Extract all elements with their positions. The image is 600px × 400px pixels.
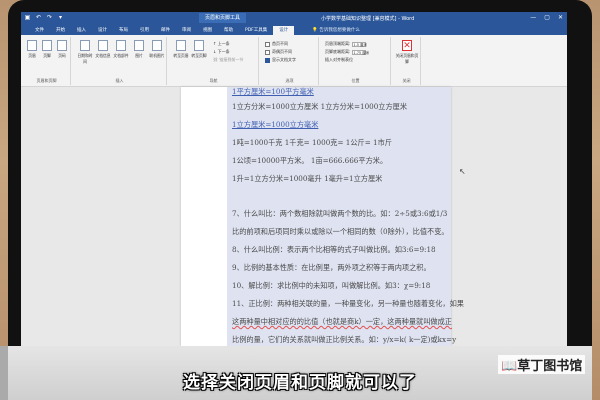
goto-header-icon	[176, 40, 186, 51]
online-picture-button[interactable]: 联机图片	[149, 40, 165, 59]
picture-button[interactable]: 图片	[131, 40, 147, 59]
doc-line: 1立方厘米=1000立方毫米	[232, 120, 319, 129]
page-number-button[interactable]: 页码	[56, 40, 68, 59]
group-navigation: 转至页眉 转至页脚 ↑ 上一条 ↓ 下一条 ⛓ 链接到前一节 导航	[169, 37, 259, 85]
redo-icon[interactable]: ↷	[46, 14, 53, 21]
mouse-cursor-icon: ↖	[459, 167, 466, 176]
video-subtitle: 选择关闭页眉和页脚就可以了	[183, 373, 417, 393]
tab-view[interactable]: 视图	[197, 26, 218, 35]
group-label: 选项	[285, 78, 294, 83]
different-odd-even-checkbox[interactable]: 奇偶页不同	[265, 48, 292, 55]
doc-line: 7、什么叫比：两个数相除就叫做两个数的比。如：2÷5或3:6或1/3	[232, 209, 448, 218]
quick-access-toolbar: ▣ ↶ ↷ ▾	[24, 14, 64, 21]
group-close: ✕ 关闭页眉和页脚 关闭	[393, 37, 421, 85]
header-button[interactable]: 页眉	[26, 40, 38, 59]
tab-help[interactable]: 帮助	[218, 26, 239, 35]
tab-mailings[interactable]: 邮件	[155, 26, 176, 35]
different-first-page-checkbox[interactable]: 首页不同	[265, 40, 288, 47]
window-controls: — ▢ ✕	[530, 14, 563, 21]
tab-insert[interactable]: 插入	[71, 26, 92, 35]
group-options: 首页不同 奇偶页不同 显示文档文字 选项	[261, 37, 319, 85]
doc-line: 1公顷=10000平方米。 1亩=666.666平方米。	[232, 156, 388, 165]
group-label: 插入	[115, 78, 124, 83]
tab-file[interactable]: 文件	[29, 26, 50, 35]
minimize-icon[interactable]: —	[530, 14, 536, 21]
arrow-down-icon: ↓	[213, 49, 217, 54]
doc-line: 比例的量，它们的关系就叫做正比例关系。如：y/x=k( k一定)或kx=y	[232, 335, 457, 344]
next-button[interactable]: ↓ 下一条	[213, 48, 230, 55]
doc-line: 10、解比例：求比例中的未知项，叫做解比例。如3：χ=9:18	[232, 281, 431, 290]
previous-button[interactable]: ↑ 上一条	[213, 40, 230, 47]
tell-me-search[interactable]: 💡 告诉我您想要做什么	[312, 26, 360, 35]
doc-line: 11、正比例：两种相关联的量，一种量变化，另一种量也随着变化，如果	[232, 299, 464, 308]
goto-footer-icon	[194, 40, 204, 51]
tab-header-footer-design[interactable]: 设计	[273, 26, 295, 35]
group-position: 页眉顶端距离: 1.5 厘米 页脚底端距离: 1.75 厘米 插入对齐制表位 位置	[321, 37, 391, 85]
group-label: 位置	[351, 78, 360, 83]
header-top-distance: 页眉顶端距离: 1.5 厘米	[325, 41, 368, 47]
close-header-footer-button[interactable]: ✕ 关闭页眉和页脚	[395, 40, 419, 65]
close-x-icon: ✕	[402, 40, 412, 51]
footer-button[interactable]: 页脚	[41, 40, 53, 59]
title-bar: ▣ ↶ ↷ ▾ 页眉和页脚工具 小学数学基础知识整理 [兼容模式] - Word…	[21, 12, 567, 24]
link-icon: ⛓	[213, 57, 219, 62]
save-icon[interactable]: ▣	[24, 14, 31, 21]
doc-line: 比的前项和后项同时乘以或除以一个相同的数（0除外），比值不变。	[232, 227, 449, 236]
group-label: 页眉和页脚	[36, 78, 57, 83]
document-title: 小学数学基础知识整理 [兼容模式] - Word	[321, 16, 415, 22]
checkbox-checked-icon	[265, 57, 270, 63]
picture-icon	[134, 40, 144, 51]
show-doc-text-checkbox[interactable]: 显示文档文字	[265, 56, 296, 63]
page-number-icon	[57, 40, 67, 51]
header-icon	[27, 40, 37, 51]
doc-info-icon	[98, 40, 108, 51]
doc-line: 1平方厘米=100平方毫米	[232, 87, 314, 96]
doc-line: 8、什么叫比例：表示两个比相等的式子叫做比例。如3:6=9:18	[232, 245, 436, 254]
checkbox-icon	[265, 41, 270, 47]
doc-info-button[interactable]: 文档信息	[95, 40, 111, 59]
word-window: ▣ ↶ ↷ ▾ 页眉和页脚工具 小学数学基础知识整理 [兼容模式] - Word…	[21, 12, 567, 346]
context-tab-title: 页眉和页脚工具	[199, 13, 247, 23]
link-previous-button[interactable]: ⛓ 链接到前一节	[213, 56, 243, 63]
document-area: 1平方厘米=100平方毫米 1立方分米=1000立方厘米 1立方分米=1000立…	[21, 87, 567, 346]
customize-qat-icon[interactable]: ▾	[57, 14, 64, 21]
footer-distance-input[interactable]: 1.75 厘米	[352, 49, 369, 55]
footer-bottom-distance: 页脚底端距离: 1.75 厘米	[325, 49, 370, 55]
doc-line: 1立方分米=1000立方厘米 1立方分米=1000立方厘米	[232, 102, 408, 111]
doc-line: 1升=1立方分米=1000毫升 1毫升=1立方厘米	[232, 174, 383, 183]
tab-pdf-tools[interactable]: PDF工具集	[239, 26, 273, 35]
goto-footer-button[interactable]: 转至页脚	[191, 40, 207, 59]
doc-line: 1吨=1000千克 1千克= 1000克= 1公斤= 1市斤	[232, 138, 392, 147]
close-icon[interactable]: ✕	[558, 14, 563, 21]
lightbulb-icon: 💡	[312, 28, 318, 33]
maximize-icon[interactable]: ▢	[544, 14, 550, 21]
quick-parts-button[interactable]: 文档部件	[113, 40, 129, 59]
tab-layout[interactable]: 布局	[113, 26, 134, 35]
group-label: 关闭	[402, 78, 411, 83]
header-distance-input[interactable]: 1.5 厘米	[352, 41, 367, 47]
arrow-up-icon: ↑	[213, 41, 217, 46]
ribbon-tabs: 文件 开始 插入 设计 布局 引用 邮件 审阅 视图 帮助 PDF工具集 设计 …	[21, 24, 567, 35]
tab-design[interactable]: 设计	[92, 26, 113, 35]
quick-parts-icon	[116, 40, 126, 51]
footer-icon	[42, 40, 52, 51]
tab-references[interactable]: 引用	[134, 26, 155, 35]
doc-line: 这两种量中相对应的的比值（也就是商k）一定，这两种量就叫做成正	[232, 317, 452, 326]
ribbon: 页眉 页脚 页码 页眉和页脚 日期和时间 文档信息 文档部件 图片 联机图片 插…	[21, 35, 567, 87]
checkbox-icon	[265, 49, 270, 55]
goto-header-button[interactable]: 转至页眉	[173, 40, 189, 59]
tab-review[interactable]: 审阅	[176, 26, 197, 35]
group-label: 导航	[209, 78, 218, 83]
calendar-icon	[80, 40, 90, 51]
group-header-footer: 页眉 页脚 页码 页眉和页脚	[23, 37, 71, 85]
tab-home[interactable]: 开始	[50, 26, 71, 35]
undo-icon[interactable]: ↶	[35, 14, 42, 21]
online-picture-icon	[152, 40, 162, 51]
insert-align-tab-button[interactable]: 插入对齐制表位	[325, 56, 353, 63]
date-time-button[interactable]: 日期和时间	[77, 40, 93, 65]
group-insert: 日期和时间 文档信息 文档部件 图片 联机图片 插入	[73, 37, 167, 85]
doc-line: 9、比例的基本性质：在比例里，两外项之积等于两内项之积。	[232, 263, 431, 272]
